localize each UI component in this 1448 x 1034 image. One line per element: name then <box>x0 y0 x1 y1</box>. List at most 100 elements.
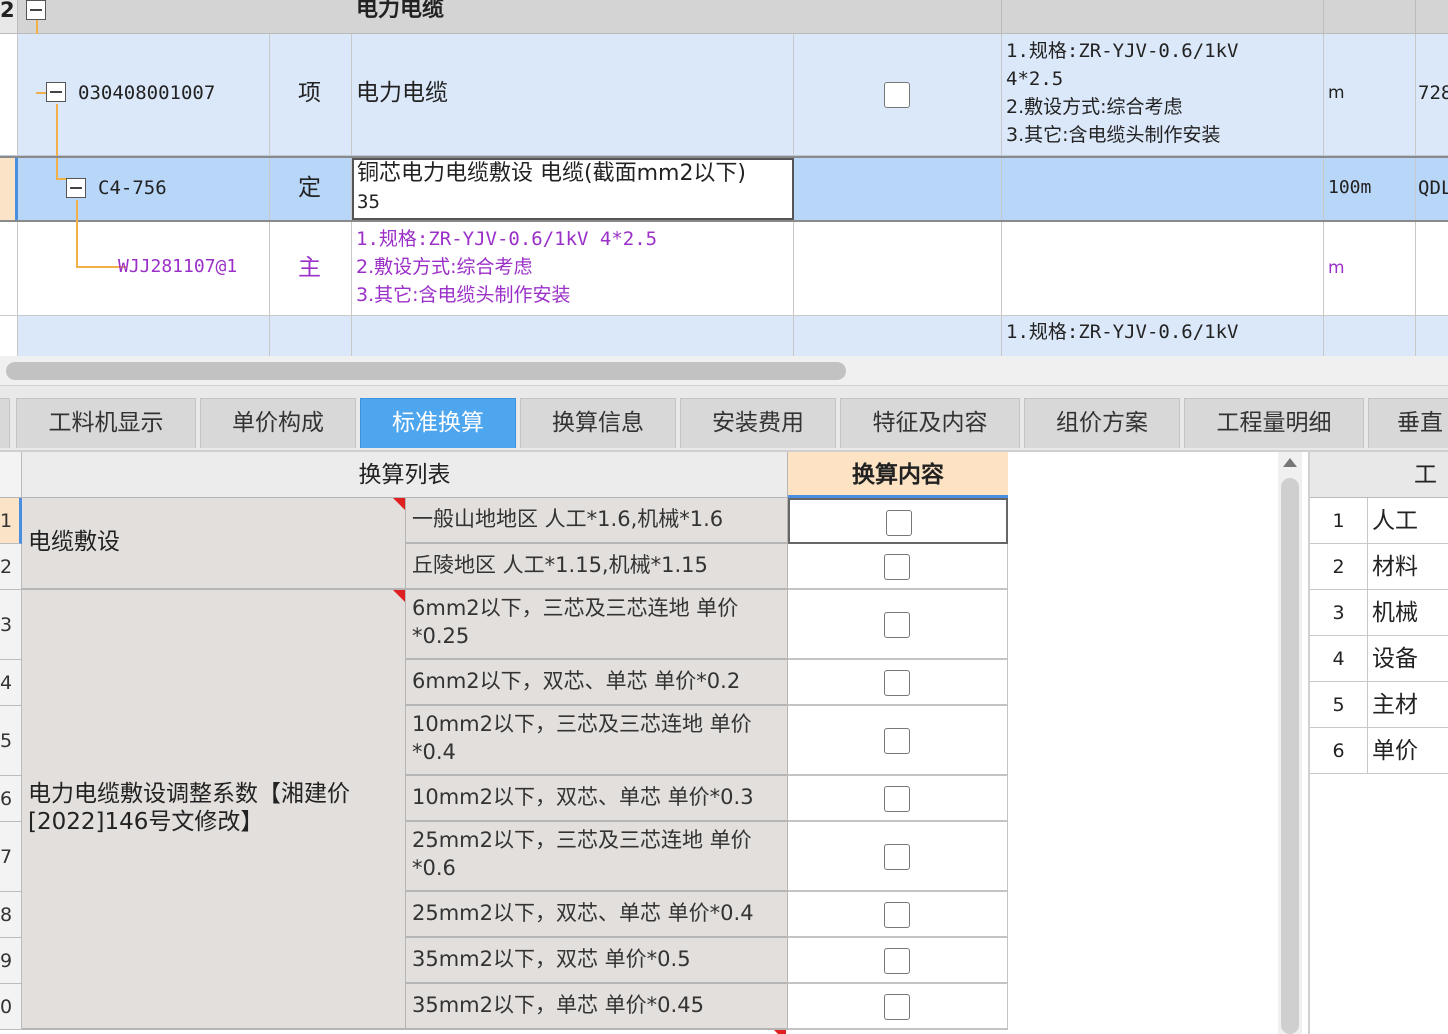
row-number: 1 <box>0 498 22 544</box>
item-code: 030408001007 <box>78 82 216 104</box>
row-number-cell <box>0 316 18 356</box>
conversion-checkbox[interactable] <box>884 786 910 812</box>
quantity-cell: 728 <box>1416 34 1448 155</box>
code-cell[interactable]: C4-756 <box>18 158 270 220</box>
code-cell[interactable]: WJJ281107@1 <box>18 222 270 315</box>
conversion-checkbox[interactable] <box>884 948 910 974</box>
feature-line: 1.规格:ZR-YJV-0.6/1kV <box>1006 321 1239 343</box>
name-cell <box>352 316 794 356</box>
conversion-checkbox[interactable] <box>884 902 910 928</box>
conversion-checkbox-cell <box>788 660 1008 706</box>
material-unit: m <box>1328 258 1345 278</box>
material-code: WJJ281107@1 <box>118 256 238 277</box>
conversion-option: 35mm2以下，双芯 单价*0.5 <box>406 938 788 984</box>
conversion-option: 一般山地地区 人工*1.6,机械*1.6 <box>406 498 788 544</box>
collapse-icon[interactable] <box>46 82 66 102</box>
norm-type: 定 <box>298 175 321 201</box>
norm-quantity: QDL <box>1418 177 1448 199</box>
group-label: 电缆敷设 <box>28 529 120 555</box>
tab-labor-material-machine[interactable]: 工料机显示 <box>16 398 196 448</box>
type-cell: 主 <box>270 222 352 315</box>
type-cell: 项 <box>270 34 352 155</box>
conversion-checkbox-cell <box>788 938 1008 984</box>
conversion-checkbox[interactable] <box>884 994 910 1020</box>
note-marker-icon <box>393 590 405 602</box>
cost-category-label: 主材 <box>1372 692 1418 718</box>
scrollbar-thumb[interactable] <box>1281 478 1299 1034</box>
conversion-checkbox[interactable] <box>886 510 912 536</box>
conversion-checkbox-cell <box>788 822 1008 892</box>
tree-line <box>76 222 78 267</box>
conversion-checkbox[interactable] <box>884 844 910 870</box>
cost-category-row[interactable]: 6 单价 <box>1310 728 1448 774</box>
cost-category-row[interactable]: 3 机械 <box>1310 590 1448 636</box>
grid-row-bill-item[interactable]: 030408001007 项 电力电缆 1.规格:ZR-YJV-0.6/1kV … <box>0 34 1448 156</box>
group-label-cont: [2022]146号文修改】 <box>28 809 264 835</box>
row-number: 3 <box>0 590 22 660</box>
name-edit-cell[interactable]: 铜芯电力电缆敷设 电缆(截面mm2以下) 35 <box>352 158 794 220</box>
code-cell <box>18 316 270 356</box>
conversion-option: 6mm2以下，双芯、单芯 单价*0.2 <box>406 660 788 706</box>
conversion-checkbox[interactable] <box>884 554 910 580</box>
conversion-option: 10mm2以下，三芯及三芯连地 单价*0.4 <box>406 706 788 776</box>
horizontal-scrollbar[interactable] <box>0 356 1448 386</box>
type-cell: 定 <box>270 158 352 220</box>
tab-standard-conversion[interactable]: 标准换算 <box>360 398 516 448</box>
division-name: 电力电缆 <box>356 0 445 22</box>
cost-category-row[interactable]: 2 材料 <box>1310 544 1448 590</box>
cost-category-label: 人工 <box>1372 508 1418 534</box>
group-adjust-coefficient: 电力电缆敷设调整系数【湘建价 [2022]146号文修改】 <box>22 590 406 1030</box>
conversion-option: 丘陵地区 人工*1.15,机械*1.15 <box>406 544 788 590</box>
empty-cell <box>794 0 1002 33</box>
grid-row-main-material[interactable]: WJJ281107@1 主 1.规格:ZR-YJV-0.6/1kV 4*2.5 … <box>0 222 1448 316</box>
name-cell[interactable]: 电力电缆 <box>352 34 794 155</box>
tab-features[interactable]: 特征及内容 <box>840 398 1020 448</box>
feature-line: 1.规格:ZR-YJV-0.6/1kV <box>1006 40 1239 62</box>
norm-name-cont: 35 <box>357 191 380 213</box>
checkbox[interactable] <box>884 82 910 108</box>
conversion-checkbox-cell <box>788 706 1008 776</box>
features-cell[interactable]: 1.规格:ZR-YJV-0.6/1kV 4*2.5 2.敷设方式:综合考虑 3.… <box>1002 34 1324 155</box>
tab-pricing-scheme[interactable]: 组价方案 <box>1024 398 1180 448</box>
conversion-checkbox-cell <box>788 544 1008 590</box>
cost-category-row[interactable]: 5 主材 <box>1310 682 1448 728</box>
cost-category-label: 设备 <box>1372 646 1418 672</box>
vertical-scrollbar[interactable] <box>1278 452 1302 1034</box>
cost-category-row[interactable]: 1 人工 <box>1310 498 1448 544</box>
cost-category-label: 材料 <box>1372 554 1418 580</box>
conversion-checkbox[interactable] <box>884 612 910 638</box>
row-number: 3 <box>1310 590 1368 636</box>
row-number: 6 <box>1310 728 1368 774</box>
tab-quantity-detail[interactable]: 工程量明细 <box>1184 398 1364 448</box>
tab-unit-price[interactable]: 单价构成 <box>200 398 356 448</box>
name-cell[interactable]: 1.规格:ZR-YJV-0.6/1kV 4*2.5 2.敷设方式:综合考虑 3.… <box>352 222 794 315</box>
material-type: 主 <box>298 255 321 281</box>
features-cell <box>1002 222 1324 315</box>
conversion-checkbox-cell <box>788 984 1008 1030</box>
item-type: 项 <box>298 80 321 106</box>
conversion-checkbox-cell <box>788 590 1008 660</box>
scroll-up-icon[interactable] <box>1283 458 1297 467</box>
grid-row-norm-selected[interactable]: C4-756 定 铜芯电力电缆敷设 电缆(截面mm2以下) 35 100m QD… <box>0 156 1448 224</box>
material-feature-line: 2.敷设方式:综合考虑 <box>356 256 533 278</box>
tab-install-fees[interactable]: 安装费用 <box>680 398 836 448</box>
features-cell[interactable] <box>1002 158 1324 220</box>
cost-category-row[interactable]: 4 设备 <box>1310 636 1448 682</box>
grid-row-division[interactable]: 2 电力电缆 <box>0 0 1448 34</box>
collapse-icon[interactable] <box>66 178 86 198</box>
feature-line: 3.其它:含电缆头制作安装 <box>1006 124 1221 146</box>
tab-conversion-info[interactable]: 换算信息 <box>520 398 676 448</box>
norm-code: C4-756 <box>98 177 167 199</box>
tab-fragment <box>0 398 10 448</box>
conversion-option: 25mm2以下，三芯及三芯连地 单价*0.6 <box>406 822 788 892</box>
tab-vertical[interactable]: 垂直 <box>1368 398 1448 448</box>
panel-header-label: 工 <box>1414 462 1437 488</box>
scrollbar-thumb[interactable] <box>6 362 846 380</box>
grid-row-bill-item[interactable]: 1.规格:ZR-YJV-0.6/1kV <box>0 316 1448 356</box>
conversion-checkbox-cell <box>788 776 1008 822</box>
row-number-cell <box>0 34 18 155</box>
empty-cell <box>794 222 1002 315</box>
conversion-checkbox[interactable] <box>884 728 910 754</box>
row-number: 8 <box>0 892 22 938</box>
conversion-checkbox[interactable] <box>884 670 910 696</box>
